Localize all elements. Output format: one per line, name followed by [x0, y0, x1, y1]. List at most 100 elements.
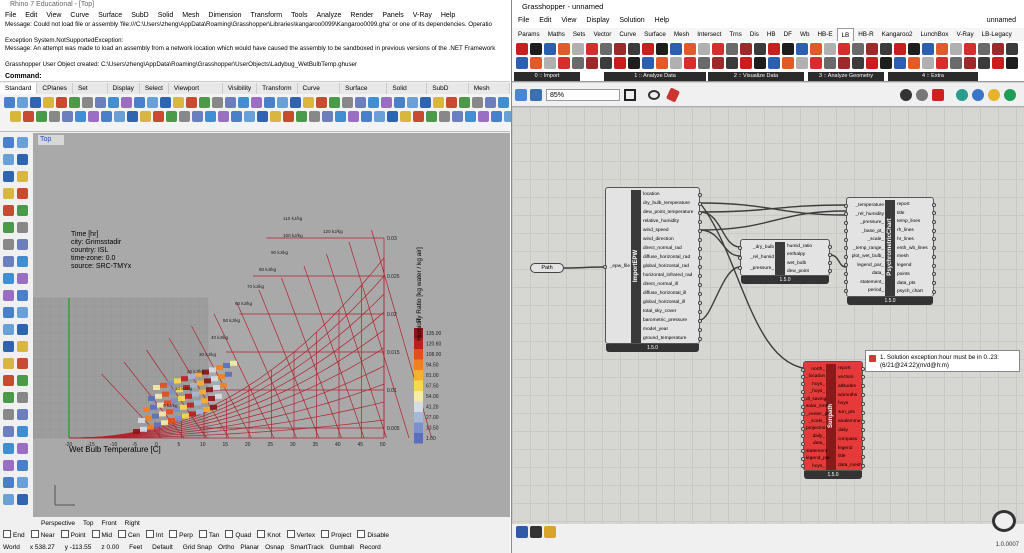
side-tool-icon[interactable] — [3, 460, 14, 471]
output-param[interactable]: hr_lines — [897, 235, 914, 244]
tool-icon[interactable] — [69, 97, 80, 108]
tool-icon[interactable] — [179, 111, 190, 122]
lb-component-icon[interactable] — [992, 43, 1004, 55]
output-param[interactable]: title — [838, 452, 845, 461]
tool-icon[interactable] — [82, 97, 93, 108]
input-grip[interactable] — [844, 203, 848, 208]
side-tool-icon[interactable] — [17, 477, 28, 488]
side-tool-icon[interactable] — [3, 341, 14, 352]
lb-component-icon[interactable] — [712, 43, 724, 55]
tool-icon[interactable] — [205, 111, 216, 122]
output-param[interactable]: diffuse_horizontal_ill — [643, 289, 686, 298]
menu-edit[interactable]: Edit — [25, 10, 37, 21]
side-tool-icon[interactable] — [3, 256, 14, 267]
side-tool-icon[interactable] — [17, 154, 28, 165]
input-grip[interactable] — [844, 263, 848, 268]
tool-icon[interactable] — [329, 97, 340, 108]
input-grip[interactable] — [844, 220, 848, 225]
output-param[interactable]: data_mesh — [838, 461, 862, 470]
status-osnap[interactable]: Osnap — [265, 543, 284, 553]
tool-icon[interactable] — [49, 111, 60, 122]
tool-icon[interactable] — [446, 97, 457, 108]
input-grip[interactable] — [801, 419, 805, 424]
gh-tab-params[interactable]: Params — [514, 28, 544, 41]
tool-icon[interactable] — [153, 111, 164, 122]
side-tool-icon[interactable] — [17, 375, 28, 386]
input-grip[interactable] — [801, 464, 805, 469]
output-grip[interactable] — [698, 192, 702, 197]
osnap-perp[interactable]: Perp — [169, 530, 193, 542]
output-param[interactable]: legend — [838, 444, 852, 453]
side-tool-icon[interactable] — [3, 239, 14, 250]
side-tool-icon[interactable] — [3, 426, 14, 437]
output-grip[interactable] — [698, 291, 702, 296]
lb-component-icon[interactable] — [684, 43, 696, 55]
menu-solid[interactable]: Solid — [158, 10, 174, 21]
tool-icon[interactable] — [88, 111, 99, 122]
material-icon[interactable] — [956, 89, 968, 101]
menu-surface[interactable]: Surface — [98, 10, 122, 21]
lb-component-icon[interactable] — [642, 57, 654, 69]
tool-icon[interactable] — [413, 111, 424, 122]
side-tool-icon[interactable] — [3, 273, 14, 284]
output-param[interactable]: temp_lines — [897, 217, 920, 226]
input-grip[interactable] — [801, 449, 805, 454]
input-param[interactable]: _pressure_ — [743, 264, 774, 273]
lb-component-icon[interactable] — [642, 43, 654, 55]
osnap-knot[interactable]: Knot — [257, 530, 280, 542]
input-grip[interactable] — [844, 212, 848, 217]
output-param[interactable]: rh_lines — [897, 226, 914, 235]
lb-component-icon[interactable] — [544, 43, 556, 55]
cplane[interactable]: World — [3, 543, 20, 553]
gh-menu-file[interactable]: File — [518, 14, 529, 28]
lb-component-icon[interactable] — [824, 43, 836, 55]
tool-icon[interactable] — [270, 111, 281, 122]
output-param[interactable]: location — [643, 190, 660, 199]
input-grip[interactable] — [738, 245, 742, 250]
tool-icon[interactable] — [491, 111, 502, 122]
gh-menu-solution[interactable]: Solution — [619, 14, 644, 28]
side-tool-icon[interactable] — [17, 256, 28, 267]
side-tool-icon[interactable] — [3, 307, 14, 318]
menu-help[interactable]: Help — [441, 10, 455, 21]
tool-icon[interactable] — [335, 111, 346, 122]
input-grip[interactable] — [844, 254, 848, 259]
side-tool-icon[interactable] — [17, 239, 28, 250]
menu-mesh[interactable]: Mesh — [182, 10, 199, 21]
tool-icon[interactable] — [238, 97, 249, 108]
lb-component-icon[interactable] — [964, 43, 976, 55]
lb-component-icon[interactable] — [684, 57, 696, 69]
tool-icon[interactable] — [283, 111, 294, 122]
output-param[interactable]: global_horizontal_rad — [643, 262, 689, 271]
side-tool-icon[interactable] — [17, 188, 28, 199]
menu-render[interactable]: Render — [350, 10, 373, 21]
tool-icon[interactable] — [472, 97, 483, 108]
lb-component-icon[interactable] — [796, 43, 808, 55]
input-grip[interactable] — [801, 367, 805, 372]
input-grip[interactable] — [801, 434, 805, 439]
tool-icon[interactable] — [134, 97, 145, 108]
tool-icon[interactable] — [361, 111, 372, 122]
input-param[interactable]: period_ — [849, 286, 884, 295]
output-grip[interactable] — [932, 228, 936, 233]
side-tool-icon[interactable] — [17, 341, 28, 352]
input-grip[interactable] — [844, 271, 848, 276]
tool-icon[interactable] — [452, 111, 463, 122]
side-tool-icon[interactable] — [17, 443, 28, 454]
output-param[interactable]: dry_bulb_temperature — [643, 199, 690, 208]
current-layer[interactable]: Default — [152, 543, 173, 553]
tool-icon[interactable] — [225, 97, 236, 108]
tool-icon[interactable] — [264, 97, 275, 108]
gh-tab-hb-e[interactable]: HB-E — [813, 28, 836, 41]
output-grip[interactable] — [698, 282, 702, 287]
output-param[interactable]: vectors — [838, 373, 853, 382]
gh-tab-lb-legacy[interactable]: LB-Legacy — [978, 28, 1016, 41]
lb-component-icon[interactable] — [908, 57, 920, 69]
lb-component-icon[interactable] — [656, 43, 668, 55]
tool-icon[interactable] — [309, 111, 320, 122]
output-param[interactable]: compass — [838, 435, 857, 444]
toolbar-tab[interactable]: Viewport Layout — [169, 83, 223, 103]
tool-icon[interactable] — [127, 111, 138, 122]
zoom-select[interactable]: 85% — [546, 89, 620, 101]
lb-component-icon[interactable] — [740, 43, 752, 55]
